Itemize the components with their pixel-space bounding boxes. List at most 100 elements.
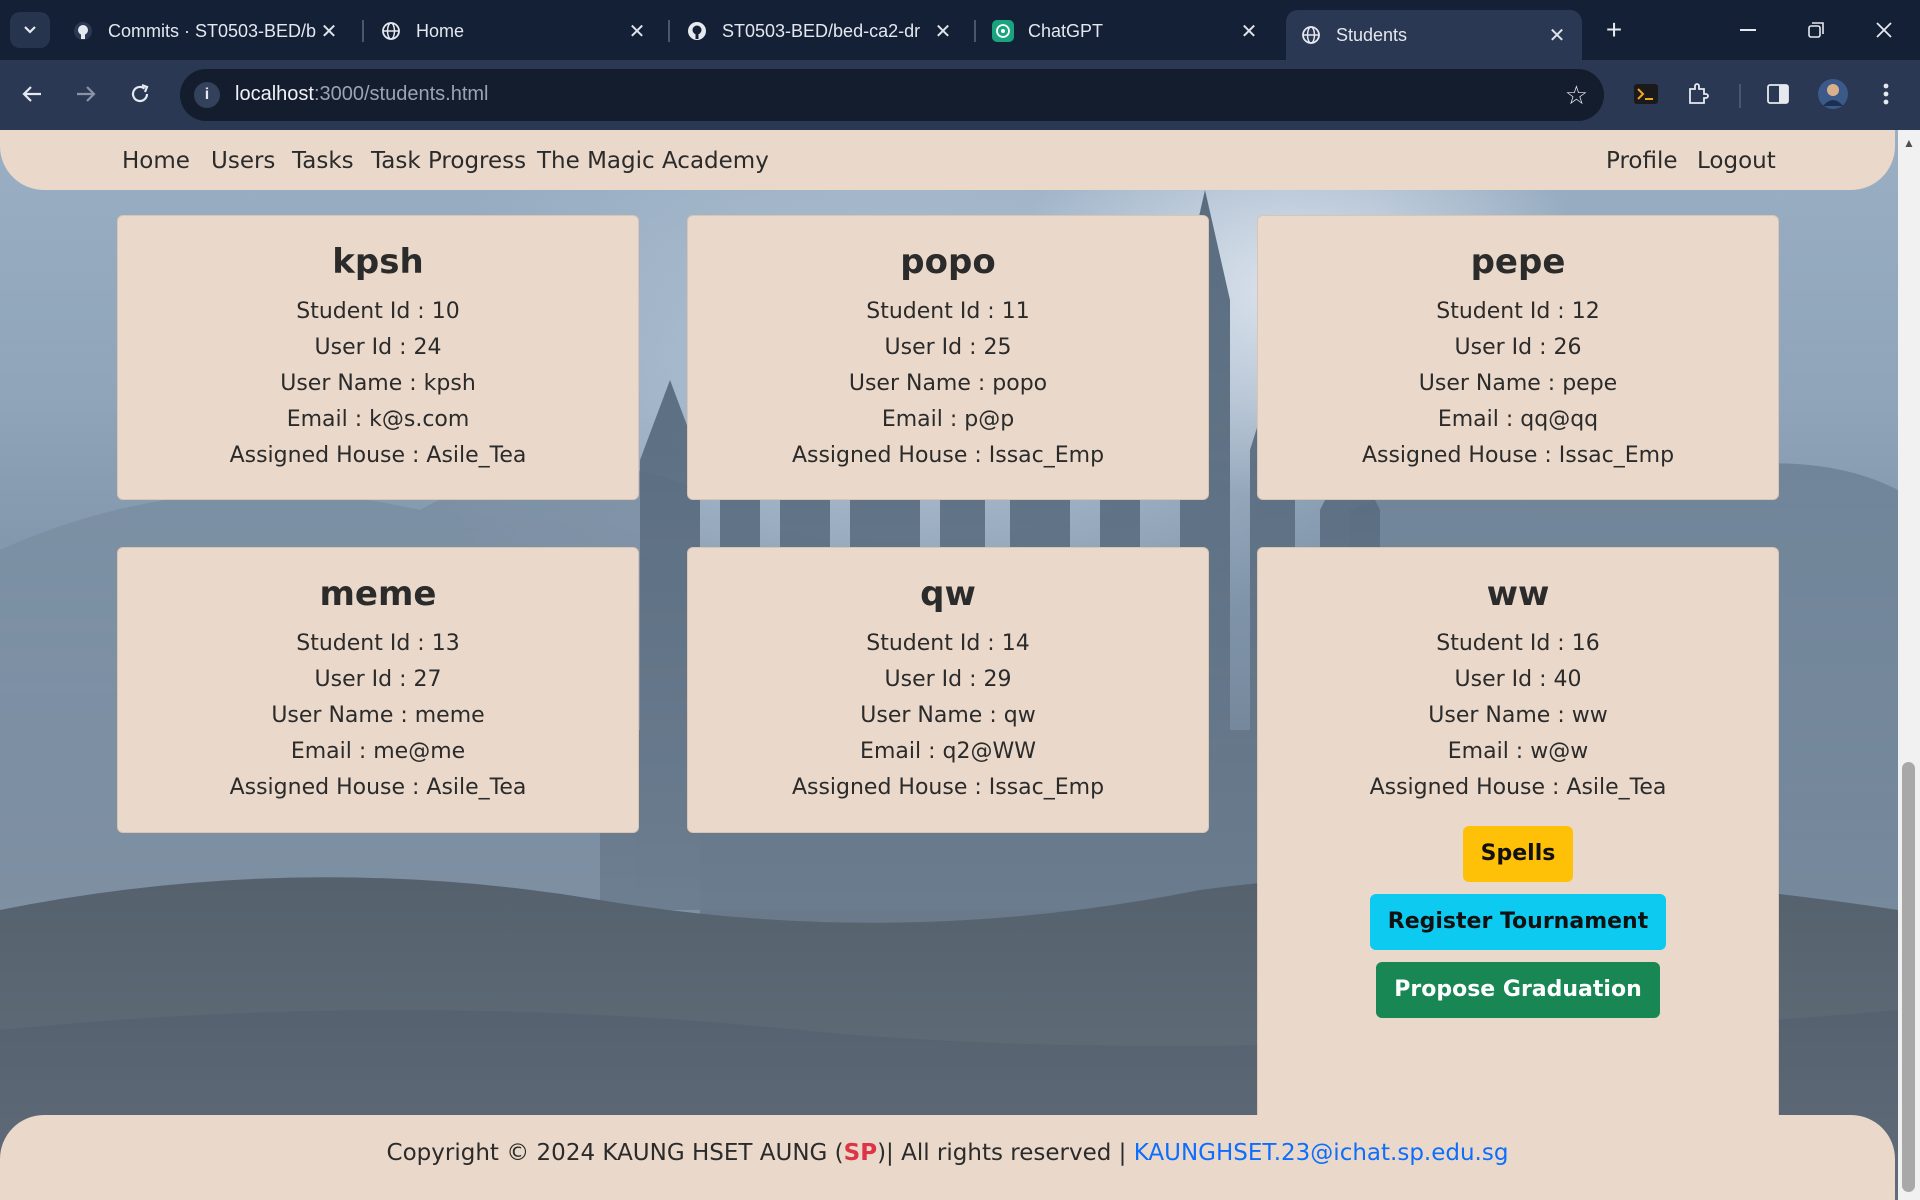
user-name: User Name : popo	[848, 371, 1048, 396]
browser-toolbar: i localhost:3000/students.html ☆	[0, 60, 1920, 130]
student-card-current-user: ww Student Id : 16 User Id : 40 User Nam…	[1257, 547, 1779, 1179]
tab-label: Commits · ST0503-BED/b	[108, 20, 317, 41]
student-card: qw Student Id : 14 User Id : 29 User Nam…	[687, 547, 1209, 833]
side-panel-icon[interactable]	[1760, 76, 1796, 112]
github-icon	[72, 20, 94, 42]
close-icon[interactable]: ✕	[1546, 23, 1568, 48]
close-icon[interactable]: ✕	[1238, 19, 1260, 44]
tab-label: ChatGPT	[1028, 20, 1104, 41]
close-window-button[interactable]	[1864, 14, 1904, 46]
copyright-text: Copyright © 2024 KAUNG HSET AUNG (	[386, 1140, 844, 1166]
tab-divider	[974, 20, 976, 42]
student-name: kpsh	[332, 242, 424, 282]
nav-link-logout[interactable]: Logout	[1697, 148, 1776, 174]
close-icon[interactable]: ✕	[932, 19, 954, 44]
student-id: Student Id : 14	[866, 631, 1030, 656]
scrollbar-thumb[interactable]	[1902, 762, 1915, 1192]
student-name: ww	[1486, 574, 1550, 614]
student-id: Student Id : 16	[1436, 631, 1600, 656]
email: Email : p@p	[881, 407, 1015, 432]
tab-divider	[362, 20, 364, 42]
url-text[interactable]: localhost:3000/students.html	[235, 83, 489, 106]
email: Email : q2@WW	[860, 739, 1036, 764]
user-id: User Id : 26	[1454, 335, 1582, 360]
student-card: popo Student Id : 11 User Id : 25 User N…	[687, 215, 1209, 500]
tab-search-button[interactable]	[10, 12, 50, 48]
user-name: User Name : qw	[860, 703, 1036, 728]
tab-repo[interactable]: ST0503-BED/bed-ca2-dr ✕	[672, 10, 968, 52]
student-name: qw	[920, 574, 976, 614]
restore-icon	[1808, 22, 1824, 38]
tab-students[interactable]: Students ✕	[1286, 10, 1582, 60]
page-footer: Copyright © 2024 KAUNG HSET AUNG (SP)| A…	[0, 1115, 1895, 1200]
user-id: User Id : 29	[884, 667, 1012, 692]
url-host: localhost	[235, 83, 314, 105]
site-info-icon[interactable]: i	[194, 82, 220, 108]
nav-link-users[interactable]: Users	[211, 148, 275, 174]
tab-label: ST0503-BED/bed-ca2-dr	[722, 20, 921, 41]
close-icon[interactable]: ✕	[626, 19, 648, 44]
minimize-button[interactable]	[1728, 14, 1768, 46]
nav-link-tasks[interactable]: Tasks	[292, 148, 354, 174]
rights-text: )| All rights reserved |	[877, 1140, 1134, 1166]
student-card: meme Student Id : 13 User Id : 27 User N…	[117, 547, 639, 833]
chevron-down-icon	[24, 26, 36, 34]
email: Email : w@w	[1447, 739, 1589, 764]
assigned-house: Assigned House : Issac_Emp	[791, 443, 1105, 468]
address-bar[interactable]: i localhost:3000/students.html ☆	[180, 69, 1604, 121]
tab-chatgpt[interactable]: ChatGPT ✕	[978, 10, 1274, 52]
register-tournament-button[interactable]: Register Tournament	[1369, 894, 1667, 950]
new-tab-button[interactable]: +	[1598, 14, 1630, 46]
toolbar-divider	[1739, 84, 1741, 108]
user-name: User Name : kpsh	[280, 371, 476, 396]
sp-highlight: SP	[843, 1140, 878, 1166]
menu-kebab-icon[interactable]	[1868, 76, 1904, 112]
nav-link-magic-academy[interactable]: The Magic Academy	[537, 148, 769, 174]
tab-label: Students	[1336, 24, 1408, 45]
user-id: User Id : 25	[884, 335, 1012, 360]
assigned-house: Assigned House : Asile_Tea	[229, 775, 527, 800]
globe-icon	[380, 20, 402, 42]
spells-button[interactable]: Spells	[1462, 826, 1574, 882]
user-name: User Name : pepe	[1418, 371, 1618, 396]
user-id: User Id : 40	[1454, 667, 1582, 692]
nav-link-home[interactable]: Home	[122, 148, 190, 174]
globe-icon	[1300, 24, 1322, 46]
email: Email : me@me	[290, 739, 466, 764]
student-name: pepe	[1470, 242, 1566, 282]
nav-link-profile[interactable]: Profile	[1606, 148, 1678, 174]
nav-link-task-progress[interactable]: Task Progress	[371, 148, 526, 174]
assigned-house: Assigned House : Asile_Tea	[229, 443, 527, 468]
tab-commits[interactable]: Commits · ST0503-BED/b ✕	[58, 10, 354, 52]
scroll-up-arrow-icon[interactable]: ▲	[1903, 136, 1915, 150]
back-button[interactable]	[12, 74, 52, 114]
propose-graduation-button[interactable]: Propose Graduation	[1376, 962, 1660, 1018]
bookmark-star-icon[interactable]: ☆	[1565, 80, 1588, 111]
terminal-extension-icon[interactable]	[1628, 76, 1664, 112]
browser-tab-strip: Commits · ST0503-BED/b ✕ Home ✕ ST0503-B…	[0, 0, 1920, 60]
forward-button[interactable]	[66, 74, 106, 114]
student-card: pepe Student Id : 12 User Id : 26 User N…	[1257, 215, 1779, 500]
student-name: popo	[900, 242, 996, 282]
student-id: Student Id : 10	[296, 299, 460, 324]
site-navbar: Home Users Tasks Task Progress The Magic…	[0, 130, 1895, 190]
contact-email-link[interactable]: KAUNGHSET.23@ichat.sp.edu.sg	[1134, 1140, 1509, 1166]
profile-avatar[interactable]	[1815, 76, 1851, 112]
student-id: Student Id : 11	[866, 299, 1030, 324]
extensions-puzzle-icon[interactable]	[1680, 76, 1716, 112]
page-scrollbar[interactable]: ▲	[1898, 130, 1920, 1200]
email: Email : qq@qq	[1437, 407, 1599, 432]
user-id: User Id : 24	[314, 335, 442, 360]
restore-button[interactable]	[1796, 14, 1836, 46]
close-icon[interactable]: ✕	[318, 19, 340, 44]
reload-button[interactable]	[120, 74, 160, 114]
assigned-house: Assigned House : Issac_Emp	[791, 775, 1105, 800]
tab-divider	[668, 20, 670, 42]
student-id: Student Id : 13	[296, 631, 460, 656]
assigned-house: Assigned House : Asile_Tea	[1369, 775, 1667, 800]
close-icon	[1876, 22, 1892, 38]
page-viewport: Home Users Tasks Task Progress The Magic…	[0, 130, 1898, 1200]
minimize-icon	[1740, 29, 1756, 31]
user-id: User Id : 27	[314, 667, 442, 692]
tab-home[interactable]: Home ✕	[366, 10, 662, 52]
